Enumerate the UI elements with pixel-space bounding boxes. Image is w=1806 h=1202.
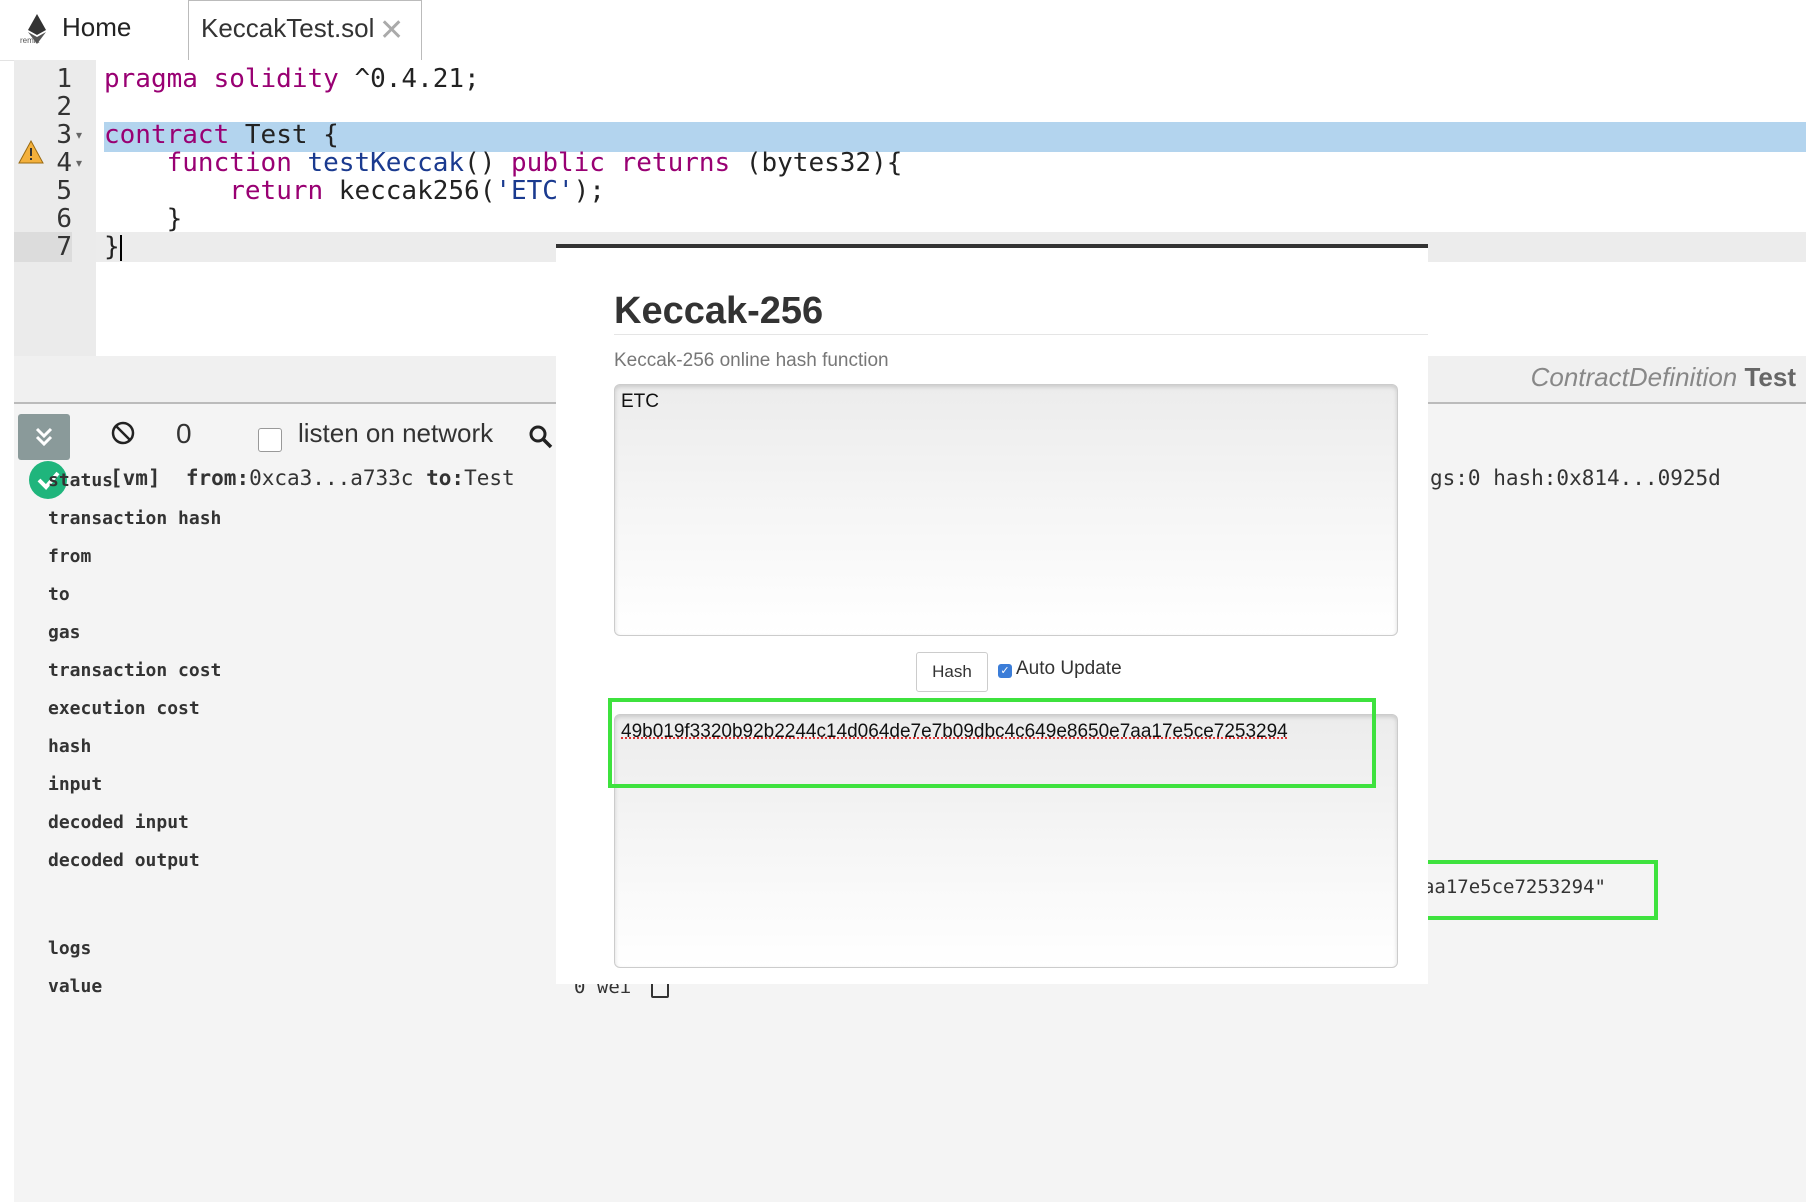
input-textarea[interactable]: ETC: [614, 384, 1398, 636]
tab-keccaktest-sol[interactable]: KeccakTest.sol ✕: [188, 0, 422, 61]
double-chevron-down-icon: [35, 427, 53, 447]
tx-field-label: transaction cost: [48, 660, 222, 681]
line-number: 7: [14, 232, 72, 262]
tx-field-label: to: [48, 584, 70, 605]
clear-console-icon[interactable]: [110, 420, 136, 446]
minimize-terminal-button[interactable]: [18, 414, 70, 460]
code-token: pragma solidity: [104, 64, 339, 94]
pending-tx-count: 0: [176, 418, 192, 449]
code-token: public: [511, 148, 605, 178]
input-text: ETC: [621, 391, 659, 412]
code-token: function: [166, 148, 292, 178]
line-number: 1: [56, 64, 72, 94]
code-token: contract: [104, 120, 230, 150]
tx-field-label: logs: [48, 938, 92, 959]
auto-update-label: Auto Update: [1016, 658, 1122, 679]
code-line-3: contract Test {: [104, 120, 339, 150]
code-token: 'ETC': [495, 176, 574, 206]
fold-arrow-icon[interactable]: ▾: [76, 156, 82, 170]
close-icon[interactable]: ✕: [379, 13, 404, 48]
tx-field-label: decoded input: [48, 812, 189, 833]
listen-network-label: listen on network: [298, 418, 494, 448]
code-token: returns: [620, 148, 731, 178]
auto-update-checkbox[interactable]: ✓: [998, 664, 1012, 678]
code-token: ^0.4.21;: [354, 64, 480, 94]
listen-network-checkbox[interactable]: [258, 428, 282, 452]
line-number: 4: [56, 148, 72, 178]
tx-field-label: decoded output: [48, 850, 200, 871]
code-line-7: }: [104, 232, 122, 262]
code-token: testKeccak: [307, 148, 465, 178]
hash-button[interactable]: Hash: [916, 652, 988, 692]
tx-field-label: hash: [48, 736, 92, 757]
line-number: 2: [56, 92, 72, 122]
tx-field-label: from: [48, 546, 92, 567]
line-number: 6: [56, 204, 72, 234]
popup-subtitle: Keccak-256 online hash function: [614, 350, 889, 371]
divider: [614, 334, 1428, 335]
line-number: 5: [56, 176, 72, 206]
popup-title: Keccak-256: [614, 290, 824, 332]
remix-logo-text: remix: [20, 36, 40, 45]
context-label: ContractDefinition Test: [1530, 362, 1796, 392]
tx-field-label: value: [48, 976, 103, 997]
tab-bar: remix Home KeccakTest.sol ✕: [0, 0, 1806, 61]
highlight-box-output: [608, 698, 1376, 788]
code-token: return: [229, 176, 324, 206]
fold-arrow-icon[interactable]: ▾: [76, 128, 82, 142]
tx-field-label: execution cost: [48, 698, 200, 719]
tx-summary[interactable]: [vm] from:0xca3...a733c to:Test: [110, 466, 515, 490]
keccak-popup: Keccak-256 Keccak-256 online hash functi…: [556, 244, 1428, 984]
code-line-6: }: [104, 204, 183, 234]
tx-field-label: input: [48, 774, 103, 795]
tab-home[interactable]: Home: [62, 12, 131, 43]
tx-field-label: transaction hash: [48, 508, 222, 529]
tx-summary-tail: gs:0 hash:0x814...0925d: [1430, 466, 1721, 490]
code-line-1: pragma solidity ^0.4.21;: [104, 64, 480, 94]
code-line-5: return keccak256('ETC');: [229, 176, 605, 206]
tx-field-label: gas: [48, 622, 81, 643]
tx-field-label: status: [48, 470, 114, 491]
line-number-gutter: 1 2 3 ▾ 4 ▾ 5 6 7: [14, 60, 96, 356]
code-line-4: function testKeccak() public returns (by…: [166, 148, 903, 178]
text-cursor: [119, 234, 122, 261]
search-icon[interactable]: [528, 424, 554, 450]
tab-file-label: KeccakTest.sol: [201, 13, 375, 43]
